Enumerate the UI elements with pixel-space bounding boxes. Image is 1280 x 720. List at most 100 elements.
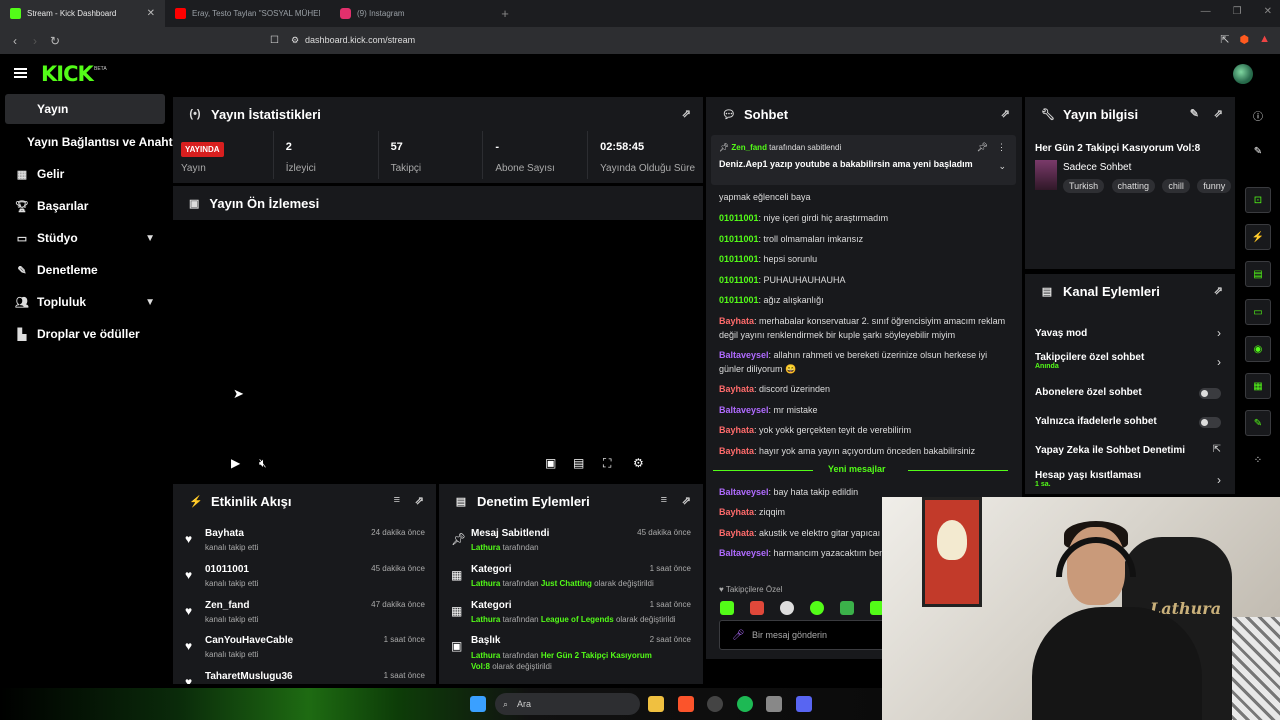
close-window-icon[interactable]: ✕ <box>1264 6 1272 17</box>
emote-icon[interactable] <box>840 601 854 615</box>
popout-icon[interactable]: ⇗ <box>682 494 691 507</box>
followers-only-item[interactable]: Takipçilere özel sohbet Anında <box>1035 352 1225 370</box>
actions-icon[interactable]: ▦ <box>1245 373 1271 399</box>
action-detail: Lathura tarafından Her Gün 2 Takipçi Kas… <box>471 651 652 671</box>
follower-name[interactable]: Zen_fand <box>205 600 249 611</box>
emote-icon[interactable] <box>750 601 764 615</box>
stream-info-panel: 🔧︎ Yayın bilgisi ✎ ⇗ Her Gün 2 Takipçi K… <box>1025 97 1235 269</box>
menu-icon[interactable] <box>14 68 27 78</box>
minimize-icon[interactable]: — <box>1201 6 1211 17</box>
sidebar-item-studio[interactable]: ▭ Stüdyo ▼ <box>5 223 165 253</box>
sidebar-item-moderation[interactable]: ✎ Denetleme <box>5 255 165 285</box>
play-icon[interactable]: ▶ <box>231 456 240 470</box>
action-time: 1 saat önce <box>649 564 691 573</box>
forward-icon[interactable]: › <box>25 34 45 48</box>
channel-actions-panel: ▤ Kanal Eylemleri ⇗ Yavaş mod › Takipçil… <box>1025 274 1235 494</box>
mute-icon[interactable]: 🔇︎ <box>259 456 267 471</box>
chevron-right-icon[interactable]: › <box>1217 355 1221 369</box>
popout-icon[interactable]: ⇗ <box>415 494 424 507</box>
sidebar-item-community[interactable]: 👥︎ Topluluk ▼ <box>5 287 165 317</box>
site-info-icon[interactable]: ⚙ <box>291 35 299 46</box>
emote-icon[interactable] <box>780 601 794 615</box>
sidebar-item-stream-key[interactable]: Yayın Bağlantısı ve Anahtarı <box>27 135 187 149</box>
slow-mode-item[interactable]: Yavaş mod <box>1035 328 1225 339</box>
document-icon: ▤ <box>455 495 467 508</box>
more-widgets-icon[interactable]: ⁘ <box>1245 447 1271 473</box>
scan-icon[interactable]: ⊡ <box>1245 187 1271 213</box>
windows-start-icon[interactable] <box>470 696 486 712</box>
document-icon[interactable]: ▤ <box>1245 261 1271 287</box>
popout-icon[interactable]: ⇗ <box>1214 284 1223 297</box>
settings-icon[interactable] <box>766 696 782 712</box>
popout-icon[interactable]: ⇗ <box>682 107 691 120</box>
follower-name[interactable]: Bayhata <box>205 528 244 539</box>
brave-shield-icon[interactable]: ⬢ <box>1240 33 1250 46</box>
filter-icon[interactable]: ≡ <box>661 494 667 506</box>
edit-icon[interactable]: ✎ <box>1245 138 1271 164</box>
emote-only-toggle[interactable] <box>1199 417 1221 428</box>
lightning-icon[interactable]: ⚡ <box>1245 224 1271 250</box>
sidebar-item-revenue[interactable]: ▦ Gelir <box>5 159 165 189</box>
share-icon[interactable]: ⇱ <box>1220 33 1229 46</box>
settings-icon[interactable]: ⚙ <box>633 456 644 470</box>
ai-moderation-item[interactable]: Yapay Zeka ile Sohbet Denetimi <box>1035 445 1225 456</box>
obs-icon[interactable] <box>707 696 723 712</box>
fullscreen-icon[interactable]: ⛶ <box>603 456 611 471</box>
follower-name[interactable]: CanYouHaveCable <box>205 635 293 646</box>
chevron-down-icon[interactable]: ⌄ <box>998 161 1006 172</box>
file-explorer-icon[interactable] <box>648 696 664 712</box>
maximize-icon[interactable]: ❐ <box>1233 6 1242 17</box>
popout-icon[interactable]: ⇗ <box>1001 107 1010 120</box>
brave-rewards-icon[interactable]: ▲ <box>1259 33 1270 46</box>
microphone-icon[interactable]: 🎤︎ <box>732 630 745 641</box>
tab-close-icon[interactable]: ✕ <box>147 8 155 19</box>
emote-icon[interactable] <box>720 601 734 615</box>
follower-name[interactable]: 01011001 <box>205 564 249 575</box>
bookmark-icon[interactable]: ☐ <box>270 35 279 46</box>
new-tab-button[interactable]: + <box>495 6 515 21</box>
discord-icon[interactable] <box>796 696 812 712</box>
browser-tab-instagram[interactable]: (9) Instagram <box>330 0 495 27</box>
filter-icon[interactable]: ≡ <box>394 494 400 506</box>
emote-icon[interactable] <box>810 601 824 615</box>
chevron-right-icon[interactable]: › <box>1217 326 1221 340</box>
info-icon[interactable]: ⓘ <box>1245 102 1271 128</box>
brave-browser-icon[interactable] <box>678 696 694 712</box>
pip-icon[interactable]: ▣ <box>545 456 556 470</box>
tag[interactable]: funny <box>1197 179 1232 193</box>
tag[interactable]: Turkish <box>1063 179 1105 193</box>
taskbar-search[interactable]: ⌕ Ara <box>495 693 640 715</box>
account-age-item[interactable]: Hesap yaşı kısıtlaması 1 sa. <box>1035 470 1225 488</box>
kick-logo[interactable]: KICK <box>41 62 94 86</box>
spotify-icon[interactable] <box>737 696 753 712</box>
stat-followers: 57 Takipçi <box>377 131 483 179</box>
avatar[interactable] <box>1233 64 1253 84</box>
sidebar-item-achievements[interactable]: 🏆︎ Başarılar <box>5 191 165 221</box>
browser-tab-kick[interactable]: Stream - Kick Dashboard ✕ <box>0 0 165 27</box>
back-icon[interactable]: ‹ <box>5 34 25 48</box>
chat-icon[interactable]: ▭ <box>1245 299 1271 325</box>
chat-message: 01011001: ağız alışkanlığı <box>719 295 824 305</box>
edit-icon[interactable]: ✎ <box>1190 107 1199 120</box>
external-link-icon[interactable]: ⇱ <box>1213 444 1221 455</box>
category-name[interactable]: Sadece Sohbet <box>1063 162 1131 173</box>
broadcast-icon[interactable]: ◉ <box>1245 336 1271 362</box>
more-options-icon[interactable]: ⋮ <box>997 142 1006 153</box>
tag[interactable]: chill <box>1162 179 1190 193</box>
follower-name[interactable]: TaharetMuslugu36 <box>205 671 293 682</box>
browser-tab-youtube[interactable]: Eray, Testo Taylan "SOSYAL MÜHEND <box>165 0 330 27</box>
pinned-message[interactable]: 📌︎ Zen_fand tarafından sabitlendi 📌︎ ⋮ D… <box>711 135 1016 185</box>
subscribers-only-toggle[interactable] <box>1199 388 1221 399</box>
theater-icon[interactable]: ▤ <box>573 456 584 470</box>
sidebar-item-stream[interactable]: Yayın <box>5 94 165 124</box>
url-field[interactable]: ☐ ⚙ dashboard.kick.com/stream <box>270 30 990 50</box>
unpin-icon[interactable]: 📌︎ <box>977 142 988 153</box>
reload-icon[interactable]: ↻ <box>45 34 65 48</box>
popout-icon[interactable]: ⇗ <box>1214 107 1223 120</box>
tab-title: Eray, Testo Taylan "SOSYAL MÜHEND <box>192 9 320 18</box>
chat-message: yapmak eğlenceli baya <box>719 192 811 202</box>
chevron-right-icon[interactable]: › <box>1217 473 1221 487</box>
tag[interactable]: chatting <box>1111 179 1156 193</box>
sidebar-item-drops[interactable]: ▙ Droplar ve ödüller <box>5 319 165 349</box>
wrench-icon[interactable]: ✎ <box>1245 410 1271 436</box>
